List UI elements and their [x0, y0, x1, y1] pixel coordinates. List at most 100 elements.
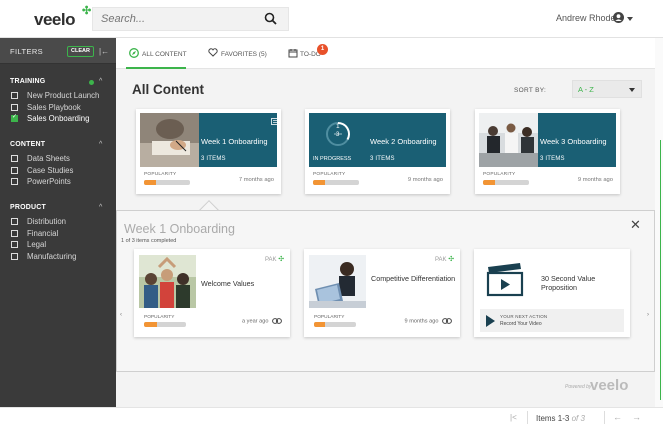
filter-item-financial[interactable]: Financial: [0, 228, 116, 240]
tab-favorites[interactable]: FAVORITES (5): [206, 38, 274, 69]
card-timestamp: 9 months ago: [577, 177, 613, 183]
playlist-detail-panel: Week 1 Onboarding 1 of 3 items completed…: [116, 210, 655, 372]
play-icon: [486, 315, 495, 327]
pager-divider: [527, 411, 528, 424]
card-week-3-onboarding[interactable]: Week 3 Onboarding 3 ITEMS POPULARITY 9 m…: [475, 109, 620, 194]
item-photo-laptop: [309, 255, 366, 308]
content-tabs: ALL CONTENT FAVORITES (5) TO-DO 1: [116, 38, 655, 69]
completion-status: 1 of 3 items completed: [121, 238, 177, 244]
section-title: PRODUCT: [10, 204, 47, 211]
item-title: 30 Second Value Proposition: [541, 274, 596, 292]
item-card-competitive-differentiation[interactable]: Competitive Differentiation PAK ✣ POPULA…: [304, 249, 460, 337]
filter-item-case-studies[interactable]: Case Studies: [0, 165, 116, 177]
checkbox[interactable]: [11, 218, 18, 225]
filter-item-data-sheets[interactable]: Data Sheets: [0, 153, 116, 165]
user-menu-chevron-icon[interactable]: [627, 17, 633, 21]
calendar-icon: [288, 49, 298, 58]
popularity-fill: [144, 322, 157, 327]
checkbox[interactable]: [11, 241, 18, 248]
user-avatar-icon[interactable]: [613, 12, 624, 23]
filter-label: Manufacturing: [27, 251, 77, 261]
first-page-icon[interactable]: |<: [510, 413, 517, 422]
popularity-fill: [483, 180, 495, 185]
heart-icon: [208, 48, 218, 57]
popularity-fill: [313, 180, 325, 185]
item-photo-team: [139, 255, 196, 308]
card-title: Week 2 Onboarding: [370, 137, 437, 146]
filters-title: FILTERS: [10, 47, 44, 56]
ring-current: 1: [336, 123, 340, 130]
checkbox[interactable]: [11, 103, 18, 111]
filter-label: Sales Playbook: [27, 102, 81, 112]
active-filter-dot-icon: [89, 80, 94, 85]
tab-all-content[interactable]: ALL CONTENT: [126, 38, 187, 69]
filter-item-sales-playbook[interactable]: Sales Playbook: [0, 102, 116, 114]
item-card-welcome-values[interactable]: Welcome Values PAK ✣ POPULARITY a year a…: [134, 249, 290, 337]
checkbox[interactable]: [11, 92, 18, 99]
popularity-bar: [313, 180, 359, 185]
filter-item-sales-onboarding[interactable]: Sales Onboarding: [0, 113, 116, 125]
logo-spark-icon: ✣: [82, 5, 91, 17]
item-card-30-second-value-proposition[interactable]: 30 Second Value Proposition YOUR NEXT AC…: [474, 249, 630, 337]
scroll-indicator-line: [660, 140, 661, 400]
card-photo-meeting: [479, 113, 538, 167]
checkbox[interactable]: [11, 166, 18, 174]
item-timestamp-group: a year ago: [242, 318, 282, 324]
filter-item-powerpoints[interactable]: PowerPoints: [0, 176, 116, 188]
next-page-icon[interactable]: →: [632, 412, 641, 422]
scroll-left-icon[interactable]: ‹: [120, 312, 122, 318]
card-banner: Week 1 Onboarding 3 ITEMS: [140, 113, 277, 167]
section-header-product[interactable]: PRODUCT ^: [0, 204, 116, 216]
clear-filters-button[interactable]: CLEAR: [67, 46, 94, 57]
checkbox-checked[interactable]: [11, 113, 18, 122]
section-title: TRAINING: [10, 78, 46, 85]
chevron-up-icon[interactable]: ^: [99, 78, 102, 85]
tab-to-do[interactable]: TO-DO 1: [286, 38, 332, 69]
user-name[interactable]: Andrew Rhodes: [556, 13, 620, 23]
close-icon[interactable]: ✕: [630, 217, 641, 233]
filter-item-legal[interactable]: Legal: [0, 239, 116, 251]
ring-total: 3: [336, 132, 340, 138]
next-action-box[interactable]: YOUR NEXT ACTION Record Your Video: [480, 309, 624, 332]
todo-count-badge: 1: [317, 44, 328, 55]
collapse-sidebar-icon[interactable]: |←: [99, 47, 109, 56]
vertical-scrollbar[interactable]: [655, 38, 663, 407]
section-header-content[interactable]: CONTENT ^: [0, 141, 116, 153]
popularity-label: POPULARITY: [144, 315, 175, 320]
popularity-label: POPULARITY: [313, 172, 346, 177]
checkbox[interactable]: [11, 229, 18, 237]
filter-item-new-product-launch[interactable]: New Product Launch: [0, 90, 116, 102]
card-week-2-onboarding[interactable]: 1 3 IN PROGRESS Week 2 Onboarding 3 ITEM…: [305, 109, 450, 194]
search-icon[interactable]: [263, 11, 279, 27]
popularity-label: POPULARITY: [483, 172, 516, 177]
checkbox[interactable]: [11, 178, 18, 185]
pak-badge: PAK ✣: [265, 255, 284, 263]
link-icon[interactable]: [442, 318, 452, 324]
filter-label: Financial: [27, 228, 59, 238]
popularity-label: POPULARITY: [314, 315, 345, 320]
link-icon[interactable]: [272, 318, 282, 324]
pak-badge: PAK ✣: [435, 255, 454, 263]
pak-label: PAK: [265, 257, 277, 263]
checkbox[interactable]: [11, 155, 18, 162]
filters-sidebar: FILTERS CLEAR |← TRAINING ^ New Product …: [0, 38, 116, 407]
scroll-right-icon[interactable]: ›: [647, 312, 649, 318]
filter-item-manufacturing[interactable]: Manufacturing: [0, 251, 116, 263]
previous-page-icon[interactable]: ←: [613, 412, 622, 422]
filter-item-distribution[interactable]: Distribution: [0, 216, 116, 228]
sort-select[interactable]: A - Z: [572, 80, 642, 98]
sort-value: A - Z: [578, 85, 594, 94]
filters-header: FILTERS CLEAR |←: [0, 38, 116, 64]
chevron-up-icon[interactable]: ^: [99, 204, 102, 211]
card-title: Week 1 Onboarding: [201, 137, 268, 146]
item-timestamp-group: 9 months ago: [405, 318, 452, 324]
chevron-up-icon[interactable]: ^: [99, 141, 102, 148]
popularity-bar: [314, 322, 356, 327]
card-week-1-onboarding[interactable]: Week 1 Onboarding 3 ITEMS POPULARITY 7 m…: [136, 109, 281, 194]
search-input[interactable]: [93, 8, 253, 30]
section-header-training[interactable]: TRAINING ^: [0, 78, 116, 90]
veelo-logo[interactable]: veelo ✣: [34, 5, 91, 30]
filter-label: Distribution: [27, 217, 66, 226]
powered-by-text: Powered by: [565, 384, 592, 390]
checkbox[interactable]: [11, 252, 18, 260]
